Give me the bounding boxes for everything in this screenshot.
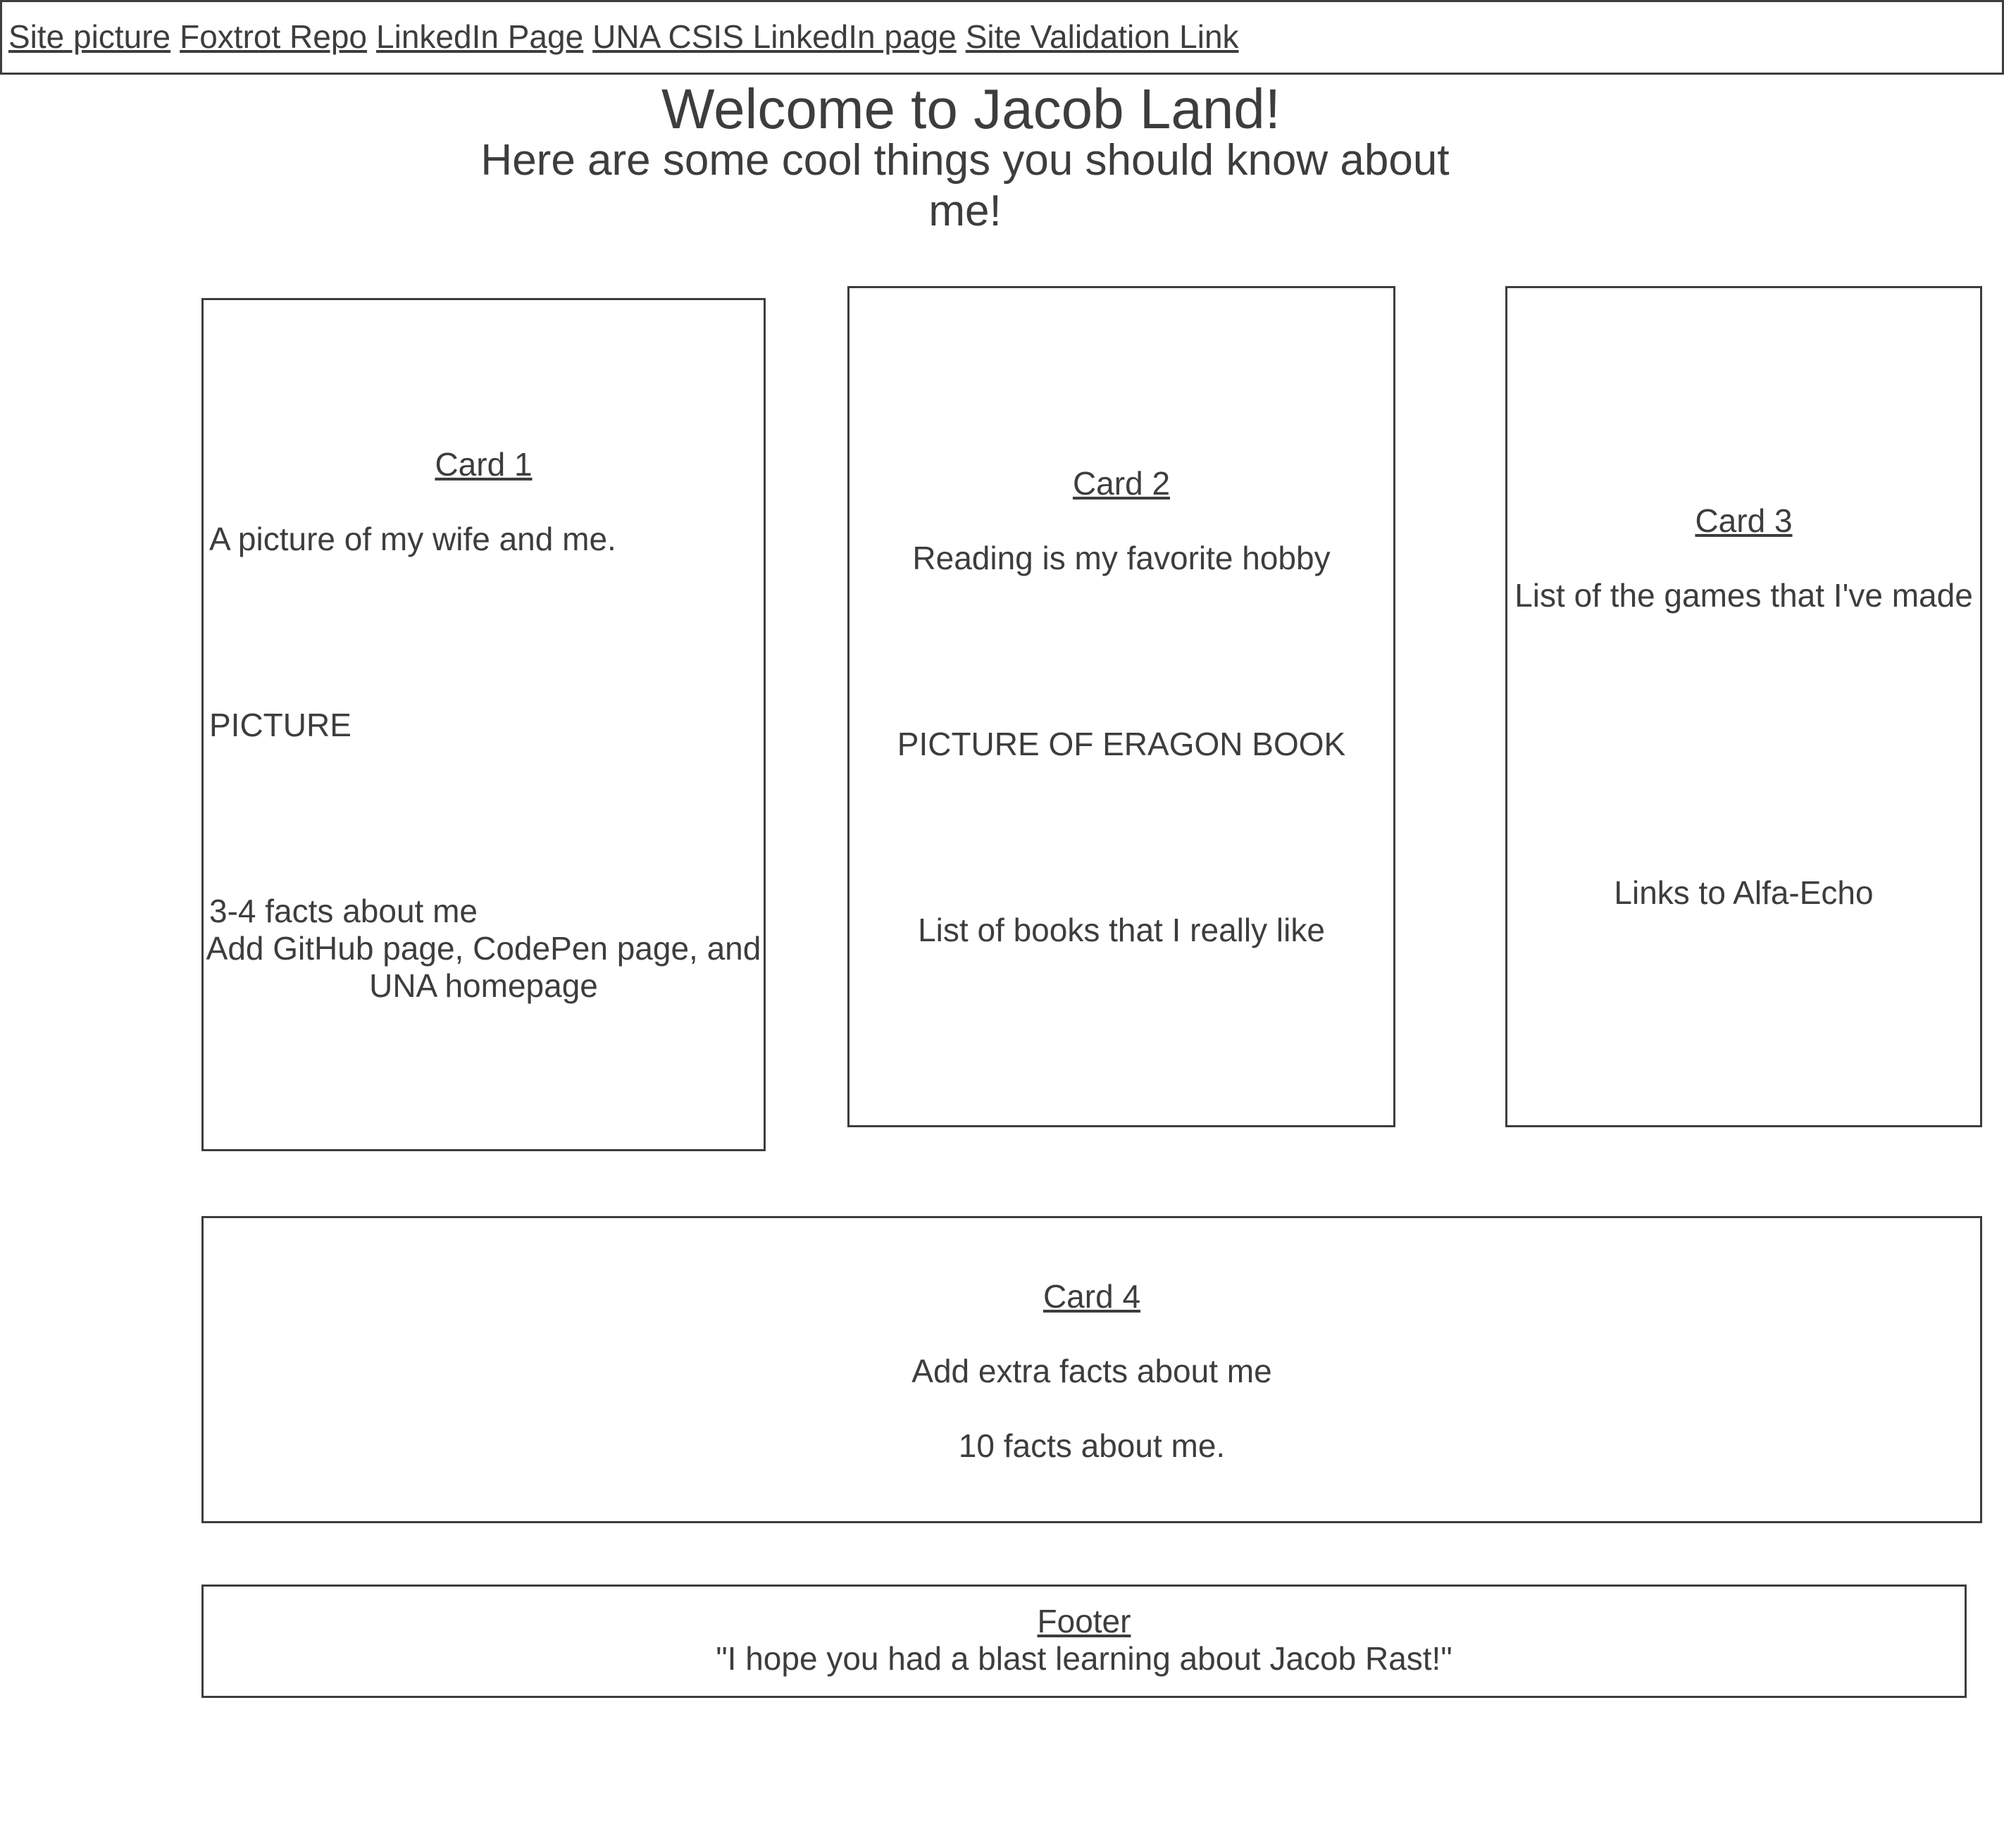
card-1-text-links-line-1: Add GitHub page, CodePen page, and xyxy=(206,930,761,967)
card-1-title: Card 1 xyxy=(435,446,533,483)
card-3-text-games: List of the games that I've made xyxy=(1514,577,1973,614)
card-2: Card 2 Reading is my favorite hobby PICT… xyxy=(847,286,1395,1127)
card-3-title: Card 3 xyxy=(1695,502,1793,539)
nav-link-foxtrot-repo[interactable]: Foxtrot Repo xyxy=(180,18,367,55)
nav-link-site-validation[interactable]: Site Validation Link xyxy=(966,18,1239,55)
page-subtitle-line-2: me! xyxy=(928,187,1002,235)
card-4-title: Card 4 xyxy=(1043,1278,1141,1315)
page-subtitle-line-1: Here are some cool things you should kno… xyxy=(480,136,1450,185)
card-2-text-hobby: Reading is my favorite hobby xyxy=(912,540,1331,576)
card-4: Card 4 Add extra facts about me 10 facts… xyxy=(201,1216,1982,1523)
nav-link-linkedin-page[interactable]: LinkedIn Page xyxy=(376,18,583,55)
card-1-text-wife-picture: A picture of my wife and me. xyxy=(209,521,616,557)
footer: Footer "I hope you had a blast learning … xyxy=(201,1585,1967,1698)
nav-link-una-csis-linkedin[interactable]: UNA CSIS LinkedIn page xyxy=(592,18,957,55)
card-4-text-extra-facts: Add extra facts about me xyxy=(911,1353,1272,1389)
card-2-text-books: List of books that I really like xyxy=(918,912,1325,948)
card-3: Card 3 List of the games that I've made … xyxy=(1505,286,1982,1127)
card-1: Card 1 A picture of my wife and me. PICT… xyxy=(201,298,766,1151)
card-2-picture-placeholder: PICTURE OF ERAGON BOOK xyxy=(897,726,1346,762)
page-title: Welcome to Jacob Land! xyxy=(661,77,1281,140)
card-4-text-ten-facts: 10 facts about me. xyxy=(958,1427,1226,1464)
footer-quote: "I hope you had a blast learning about J… xyxy=(716,1640,1452,1677)
footer-title: Footer xyxy=(1037,1603,1131,1639)
nav-links: Site picture Foxtrot Repo LinkedIn Page UNA… xyxy=(8,18,1248,56)
card-1-text-links-line-2: UNA homepage xyxy=(369,967,598,1004)
card-1-picture-placeholder: PICTURE xyxy=(209,707,351,743)
nav-link-site-picture[interactable]: Site picture xyxy=(8,18,170,55)
card-3-text-links: Links to Alfa-Echo xyxy=(1614,874,1874,911)
card-2-title: Card 2 xyxy=(1072,465,1171,502)
card-1-text-facts: 3-4 facts about me xyxy=(209,893,478,929)
nav-bar: Site picture Foxtrot Repo LinkedIn Page UNA… xyxy=(0,0,2004,75)
